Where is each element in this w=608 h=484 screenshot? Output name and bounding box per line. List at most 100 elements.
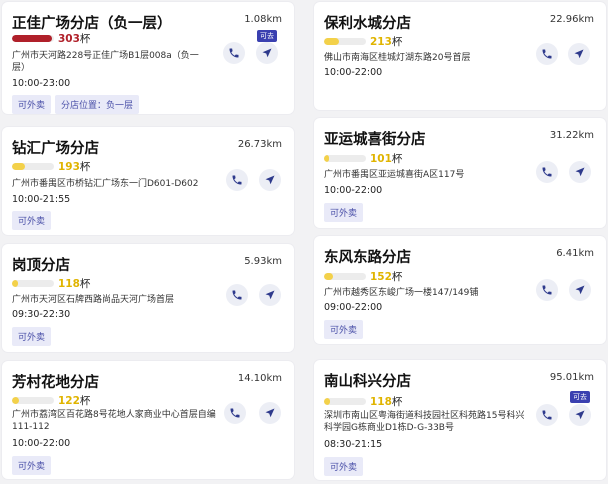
navigation-arrow-icon <box>265 290 275 300</box>
store-hours: 10:00-22:00 <box>324 185 383 196</box>
navigate-button[interactable] <box>259 284 281 306</box>
store-card[interactable]: 岗顶分店 5.93km 118杯 广州市天河区石牌西路尚品天河广场首层 09:3… <box>2 244 294 352</box>
store-distance: 1.08km <box>244 14 282 25</box>
store-card[interactable]: 东风东路分店 6.41km 152杯 广州市越秀区东峻广场一楼147/149铺 … <box>314 236 606 344</box>
phone-icon <box>232 290 242 300</box>
call-button[interactable] <box>536 279 558 301</box>
store-tags: 可外卖 <box>12 327 52 346</box>
tag-delivery: 可外卖 <box>12 327 52 346</box>
popularity-fill <box>12 35 52 42</box>
popularity-bar <box>324 398 366 405</box>
store-hours: 09:30-22:30 <box>12 309 71 320</box>
navigation-arrow-icon <box>575 410 585 420</box>
popularity-bar <box>12 35 54 42</box>
tag-delivery: 可外卖 <box>324 203 364 222</box>
navigation-arrow-icon <box>575 285 585 295</box>
popularity-fill <box>12 397 19 404</box>
tag-delivery: 可外卖 <box>12 95 52 114</box>
store-name: 芳村花地分店 <box>12 375 99 391</box>
navigate-button[interactable] <box>256 42 278 64</box>
phone-icon <box>542 285 552 295</box>
navigation-arrow-icon <box>574 49 584 59</box>
navigate-button[interactable] <box>259 402 281 424</box>
cup-unit: 杯 <box>391 36 403 48</box>
store-name: 亚运城喜街分店 <box>324 132 426 148</box>
store-address: 广州市番禺区市桥钻汇广场东一门D601-D602 <box>12 179 199 189</box>
navigate-button[interactable] <box>569 279 591 301</box>
popularity-bar <box>324 38 366 45</box>
store-address: 广州市天河路228号正佳广场B1层008a（负一层） <box>12 51 199 73</box>
store-tags: 可外卖 <box>12 211 52 230</box>
cup-number: 152 <box>370 271 392 283</box>
store-name: 正佳广场分店（负一层） <box>12 16 172 32</box>
phone-icon <box>229 48 239 58</box>
store-address: 广州市天河区石牌西路尚品天河广场首层 <box>12 295 175 305</box>
popularity-bar <box>324 273 366 280</box>
store-distance: 6.41km <box>556 248 594 259</box>
tag-delivery: 可外卖 <box>324 457 364 476</box>
go-badge: 可去 <box>570 391 590 403</box>
popularity-fill <box>12 163 26 170</box>
cup-count: 213杯 <box>370 34 402 49</box>
phone-icon <box>542 49 552 59</box>
call-button[interactable] <box>536 43 558 65</box>
tag-delivery: 可外卖 <box>324 320 364 339</box>
cup-count: 303杯 <box>58 31 90 46</box>
navigation-arrow-icon <box>265 175 275 185</box>
cup-number: 213 <box>370 36 392 48</box>
store-distance: 14.10km <box>237 373 282 384</box>
cup-unit: 杯 <box>79 161 91 173</box>
cup-count: 118杯 <box>58 276 90 291</box>
popularity-bar <box>12 163 54 170</box>
store-card[interactable]: 亚运城喜街分店 31.22km 101杯 广州市番禺区亚运城喜街A区117号 1… <box>314 118 606 228</box>
popularity-fill <box>324 38 339 45</box>
popularity-fill <box>12 280 19 287</box>
tag-delivery: 可外卖 <box>12 456 52 475</box>
call-button[interactable] <box>224 402 246 424</box>
store-card[interactable]: 保利水城分店 22.96km 213杯 佛山市南海区桂城灯湖东路20号首层 10… <box>314 2 606 110</box>
cup-unit: 杯 <box>391 271 403 283</box>
store-tags: 可外卖 <box>12 456 52 475</box>
cup-unit: 杯 <box>79 33 91 45</box>
call-button[interactable] <box>226 169 248 191</box>
navigation-arrow-icon <box>262 48 272 58</box>
cup-number: 118 <box>58 278 80 290</box>
store-hours: 10:00-23:00 <box>12 78 71 89</box>
store-tags: 可外卖 <box>324 203 364 222</box>
navigate-button[interactable] <box>569 161 591 183</box>
call-button[interactable] <box>536 161 558 183</box>
tag-delivery: 可外卖 <box>12 211 52 230</box>
store-hours: 10:00-21:55 <box>12 194 71 205</box>
store-card[interactable]: 正佳广场分店（负一层） 1.08km 303杯 广州市天河路228号正佳广场B1… <box>2 2 294 114</box>
store-card[interactable]: 钻汇广场分店 26.73km 193杯 广州市番禺区市桥钻汇广场东一门D601-… <box>2 127 294 235</box>
popularity-bar <box>324 155 366 162</box>
store-distance: 5.93km <box>244 256 282 267</box>
store-hours: 10:00-22:00 <box>324 67 383 78</box>
store-hours: 09:00-22:00 <box>324 302 383 313</box>
store-address: 广州市荔湾区百花路8号花地人家商业中心首层自编111-112 <box>12 410 216 432</box>
store-card[interactable]: 芳村花地分店 14.10km 122杯 广州市荔湾区百花路8号花地人家商业中心首… <box>2 361 294 479</box>
navigate-button[interactable] <box>259 169 281 191</box>
store-address: 广州市番禺区亚运城喜街A区117号 <box>324 170 465 180</box>
phone-icon <box>542 167 552 177</box>
store-card[interactable]: 南山科兴分店 95.01km 118杯 深圳市南山区粤海街道科技园社区科苑路15… <box>314 360 606 480</box>
cup-count: 152杯 <box>370 269 402 284</box>
cup-number: 122 <box>58 395 80 407</box>
call-button[interactable] <box>536 404 558 426</box>
store-tags: 可外卖 分店位置：负一层 <box>12 95 140 114</box>
store-tags: 可外卖 <box>324 320 364 339</box>
navigate-button[interactable] <box>568 43 590 65</box>
tag-location: 分店位置：负一层 <box>55 95 140 114</box>
popularity-fill <box>324 398 331 405</box>
navigation-arrow-icon <box>575 167 585 177</box>
store-distance: 26.73km <box>237 139 282 150</box>
phone-icon <box>232 175 242 185</box>
go-badge: 可去 <box>257 30 277 42</box>
cup-unit: 杯 <box>391 153 403 165</box>
call-button[interactable] <box>223 42 245 64</box>
call-button[interactable] <box>226 284 248 306</box>
store-address: 广州市越秀区东峻广场一楼147/149铺 <box>324 288 479 298</box>
store-name: 南山科兴分店 <box>324 374 411 390</box>
cup-unit: 杯 <box>391 396 403 408</box>
navigate-button[interactable] <box>569 404 591 426</box>
